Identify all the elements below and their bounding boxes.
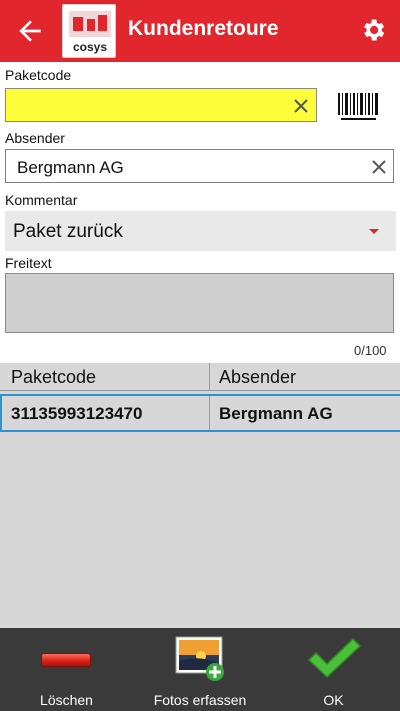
kommentar-label: Kommentar — [5, 192, 78, 208]
column-divider — [209, 363, 210, 391]
clear-icon[interactable] — [370, 158, 388, 176]
app-bar: cosys Kundenretoure — [0, 0, 400, 62]
paketcode-label: Paketcode — [5, 67, 72, 83]
back-arrow-icon[interactable] — [14, 15, 46, 47]
table-header: Paketcode Absender — [0, 363, 400, 391]
gear-icon[interactable] — [359, 16, 387, 44]
delete-button[interactable]: Löschen — [0, 628, 133, 711]
photos-label: Fotos erfassen — [153, 692, 247, 708]
freitext-label: Freitext — [5, 255, 52, 271]
bottom-action-bar: Löschen Fotos erfassen OK — [0, 628, 400, 711]
add-photo-icon — [175, 636, 224, 681]
cell-paketcode: 31135993123470 — [11, 404, 143, 423]
svg-text:cosys: cosys — [73, 40, 107, 54]
ok-label: OK — [323, 692, 344, 708]
kommentar-select[interactable]: Paket zurück — [5, 211, 396, 251]
absender-value: Bergmann AG — [17, 158, 124, 177]
kommentar-value: Paket zurück — [13, 221, 123, 242]
absender-label: Absender — [5, 130, 65, 146]
paketcode-input[interactable] — [5, 88, 317, 122]
character-counter: 0/100 — [354, 343, 387, 358]
column-header-paketcode[interactable]: Paketcode — [11, 367, 96, 388]
ok-button[interactable]: OK — [267, 628, 400, 711]
delete-label: Löschen — [40, 692, 93, 708]
minus-icon — [41, 653, 91, 667]
capture-photos-button[interactable]: Fotos erfassen — [133, 628, 267, 711]
freitext-textarea[interactable] — [5, 273, 394, 333]
clear-icon[interactable] — [292, 97, 310, 115]
column-divider — [209, 396, 210, 430]
dropdown-caret-icon — [369, 229, 379, 234]
absender-input[interactable]: Bergmann AG — [5, 149, 394, 183]
retoure-table: Paketcode Absender 31135993123470 Bergma… — [0, 363, 400, 628]
page-title: Kundenretoure — [128, 17, 279, 40]
cell-absender: Bergmann AG — [219, 404, 333, 423]
checkmark-icon — [307, 637, 362, 679]
table-row[interactable]: 31135993123470 Bergmann AG — [0, 394, 400, 432]
barcode-scan-icon[interactable] — [335, 90, 382, 124]
app-logo: cosys — [62, 4, 116, 58]
column-header-absender[interactable]: Absender — [219, 367, 296, 388]
